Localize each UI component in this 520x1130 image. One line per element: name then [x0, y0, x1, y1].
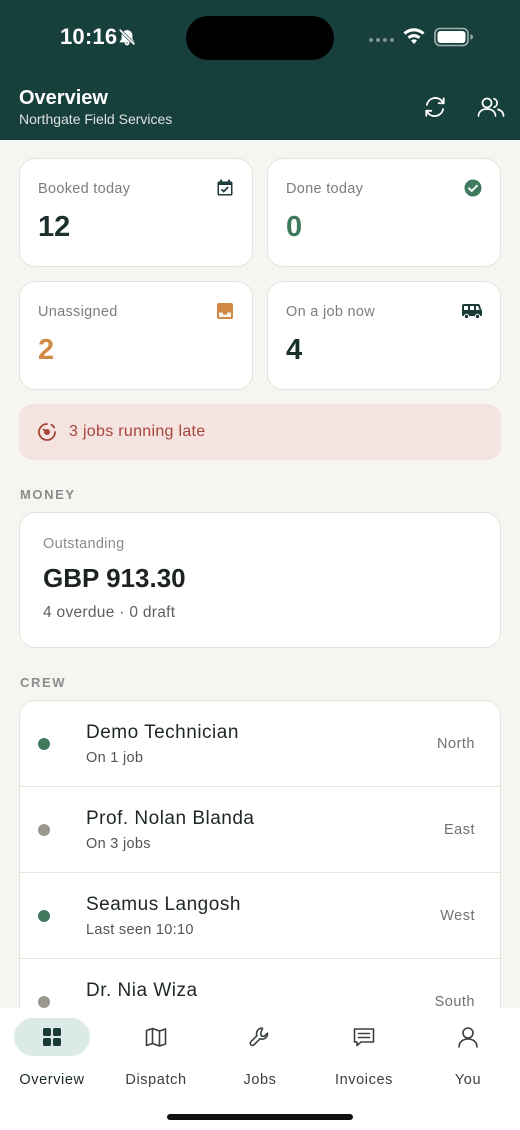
wifi-icon	[403, 28, 425, 44]
dynamic-island	[186, 16, 334, 60]
team-button[interactable]	[476, 92, 506, 122]
late-jobs-alert[interactable]: 3 jobs running late	[19, 404, 501, 460]
receipt-icon	[353, 1028, 375, 1047]
stat-value: 4	[286, 334, 303, 366]
stat-card-done-today[interactable]: Done today 0	[267, 158, 501, 267]
bottom-tab-bar: Overview Dispatch Jobs Invoices You	[0, 1008, 520, 1130]
stat-value: 2	[38, 334, 55, 366]
stat-card-booked-today[interactable]: Booked today 12	[19, 158, 253, 267]
crew-row[interactable]: Prof. Nolan Blanda On 3 jobs East	[20, 787, 500, 873]
stat-value: 0	[286, 211, 303, 243]
signal-dots-icon	[369, 38, 394, 42]
presence-dot	[38, 910, 50, 922]
crew-name: Dr. Nia Wiza	[86, 980, 198, 1001]
top-app-bar: 10:16 Overview Northgate Field Services	[0, 0, 520, 140]
crew-name: Demo Technician	[86, 722, 239, 743]
status-time: 10:16	[60, 24, 118, 49]
van-icon	[462, 304, 482, 320]
stat-value: 12	[38, 211, 71, 243]
tab-jobs[interactable]: Jobs	[208, 1018, 312, 1094]
crew-row[interactable]: Demo Technician On 1 job North	[20, 701, 500, 787]
alert-text: 3 jobs running late	[69, 423, 206, 440]
crew-row[interactable]: Seamus Langosh Last seen 10:10 West	[20, 873, 500, 959]
tab-overview[interactable]: Overview	[0, 1018, 104, 1094]
status-bar: 10:16	[0, 0, 520, 76]
tab-label: You	[454, 1072, 482, 1088]
stat-label: Done today	[286, 181, 364, 197]
stat-label: Unassigned	[38, 304, 118, 320]
battery-icon	[434, 27, 473, 47]
crew-name: Seamus Langosh	[86, 894, 241, 915]
crew-region: West	[440, 908, 475, 924]
refresh-icon	[425, 97, 445, 117]
grid-icon	[43, 1028, 61, 1046]
crew-region: North	[437, 736, 475, 752]
stat-label: Booked today	[38, 181, 131, 197]
presence-dot	[38, 996, 50, 1008]
tab-label: Invoices	[335, 1072, 393, 1088]
crew-list: Demo Technician On 1 job North Prof. Nol…	[19, 700, 501, 1030]
tab-invoices[interactable]: Invoices	[312, 1018, 416, 1094]
map-icon	[145, 1027, 167, 1047]
stat-card-unassigned[interactable]: Unassigned 2	[19, 281, 253, 390]
person-icon	[458, 1027, 478, 1048]
page-title: Overview	[19, 87, 108, 109]
people-icon	[477, 97, 505, 117]
outstanding-amount: GBP 913.30	[43, 563, 186, 593]
crew-region: East	[443, 822, 475, 838]
crew-status: On 3 jobs	[86, 836, 151, 852]
crew-name: Prof. Nolan Blanda	[86, 808, 255, 829]
inbox-icon	[217, 303, 233, 319]
stat-label: On a job now	[286, 304, 376, 320]
presence-dot	[38, 824, 50, 836]
wrench-icon	[249, 1027, 269, 1047]
bell-muted-icon	[118, 28, 136, 46]
check-circle-icon	[464, 179, 482, 197]
tab-dispatch[interactable]: Dispatch	[104, 1018, 208, 1094]
invoice-summary: 4 overdue · 0 draft	[43, 604, 176, 621]
tab-you[interactable]: You	[416, 1018, 520, 1094]
refresh-button[interactable]	[420, 92, 450, 122]
clock-alert-icon	[38, 423, 56, 441]
home-indicator	[167, 1114, 353, 1120]
crew-status: On 1 job	[86, 750, 144, 766]
tab-label: Jobs	[243, 1072, 277, 1088]
outstanding-label: Outstanding	[43, 536, 125, 552]
section-label-crew: CREW	[20, 675, 67, 690]
section-label-money: MONEY	[20, 487, 76, 502]
organization-name: Northgate Field Services	[19, 111, 173, 127]
stat-card-on-a-job-now[interactable]: On a job now 4	[267, 281, 501, 390]
calendar-check-icon	[217, 179, 233, 196]
crew-status: Last seen 10:10	[86, 922, 194, 938]
outstanding-card[interactable]: Outstanding GBP 913.30 4 overdue · 0 dra…	[19, 512, 501, 648]
tab-label: Dispatch	[125, 1072, 187, 1088]
tab-label: Overview	[19, 1072, 85, 1088]
presence-dot	[38, 738, 50, 750]
